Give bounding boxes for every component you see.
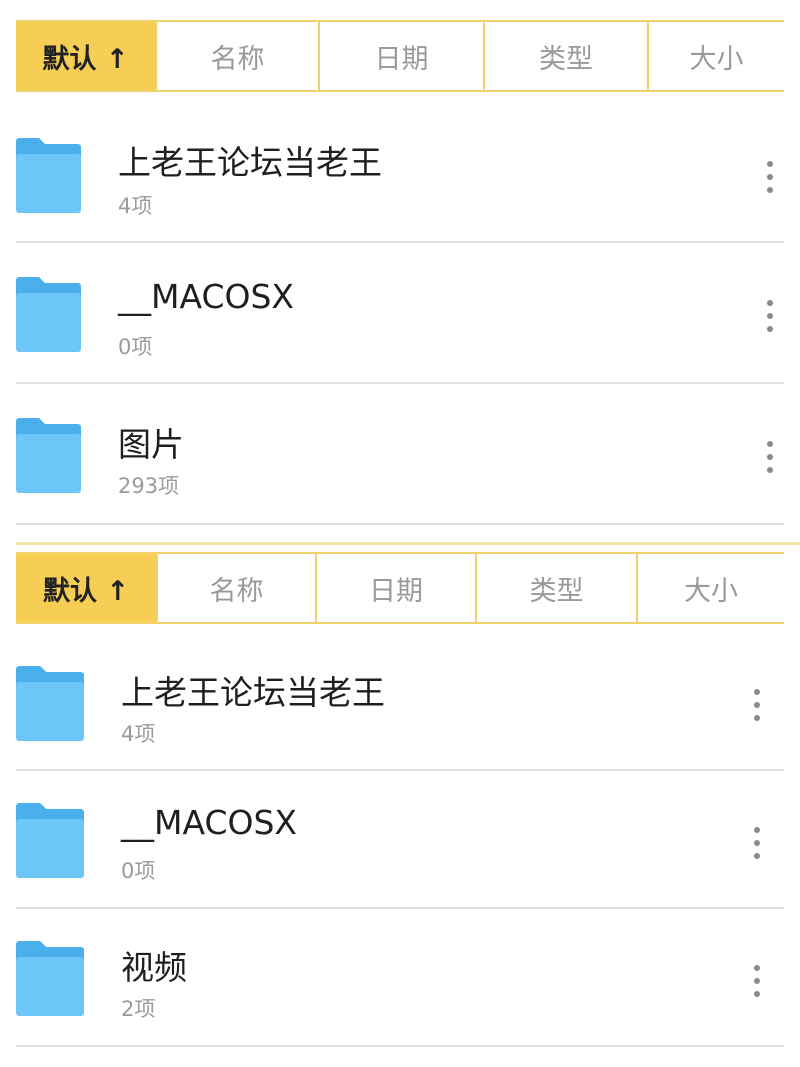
more-vertical-icon[interactable] (757, 435, 783, 479)
folder-item-count: 4项 (121, 722, 156, 746)
folder-item-count: 2项 (121, 997, 156, 1021)
folder-item-count: 4项 (118, 194, 153, 218)
sort-size-button[interactable]: 大小 (638, 554, 784, 622)
folder-row[interactable]: 上老王论坛当老王 4项 (0, 102, 800, 242)
folder-icon (16, 941, 84, 1016)
sort-name-button[interactable]: 名称 (157, 22, 320, 90)
file-list-panel: 默认 ↑ 名称 日期 类型 大小 上老王论坛当老王 4项 __MACOSX 0项 (0, 0, 800, 540)
folder-icon (16, 277, 81, 352)
sort-default-button[interactable]: 默认 ↑ (16, 554, 158, 622)
folder-item-count: 0项 (121, 859, 156, 883)
more-vertical-icon[interactable] (757, 155, 783, 199)
folder-name: 上老王论坛当老王 (118, 143, 382, 182)
sort-type-button[interactable]: 类型 (477, 554, 638, 622)
folder-row[interactable]: 视频 2项 (0, 909, 800, 1049)
folder-name: __MACOSX (121, 803, 298, 842)
folder-name: 图片 (118, 425, 184, 464)
folder-item-count: 0项 (118, 335, 153, 359)
more-vertical-icon[interactable] (744, 959, 770, 1003)
folder-icon (16, 666, 84, 741)
folder-row[interactable]: 上老王论坛当老王 4项 (0, 632, 800, 772)
sort-name-button[interactable]: 名称 (158, 554, 317, 622)
sort-date-button[interactable]: 日期 (317, 554, 477, 622)
folder-name: __MACOSX (118, 277, 295, 316)
folder-icon (16, 803, 84, 878)
file-list-panel: 默认 ↑ 名称 日期 类型 大小 上老王论坛当老王 4项 __MACOSX 0项 (0, 540, 800, 1067)
sort-type-button[interactable]: 类型 (485, 22, 649, 90)
folder-name: 视频 (121, 948, 187, 987)
divider (16, 1045, 784, 1047)
more-vertical-icon[interactable] (744, 821, 770, 865)
folder-name: 上老王论坛当老王 (121, 673, 385, 712)
divider (16, 523, 784, 525)
sort-bar: 默认 ↑ 名称 日期 类型 大小 (16, 552, 784, 624)
sort-size-button[interactable]: 大小 (649, 22, 784, 90)
sort-date-button[interactable]: 日期 (320, 22, 485, 90)
folder-icon (16, 418, 81, 493)
sort-default-button[interactable]: 默认 ↑ (16, 22, 157, 90)
folder-row[interactable]: __MACOSX 0项 (0, 771, 800, 911)
divider (16, 542, 800, 545)
more-vertical-icon[interactable] (744, 683, 770, 727)
more-vertical-icon[interactable] (757, 294, 783, 338)
sort-bar: 默认 ↑ 名称 日期 类型 大小 (16, 20, 784, 92)
folder-row[interactable]: __MACOSX 0项 (0, 243, 800, 383)
folder-item-count: 293项 (118, 474, 180, 498)
folder-row[interactable]: 图片 293项 (0, 384, 800, 524)
folder-icon (16, 138, 81, 213)
